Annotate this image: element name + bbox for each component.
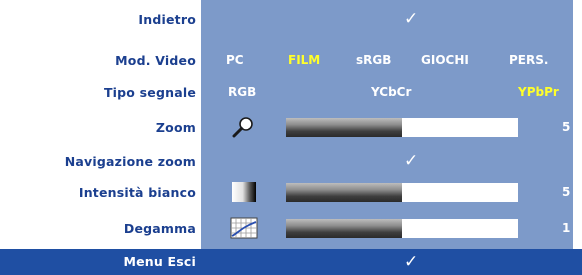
white-intensity-icon (230, 181, 258, 203)
back-check-icon[interactable]: ✓ (404, 4, 418, 35)
menu-label-back: Indietro (138, 12, 196, 27)
signal-type-option-ycbcr[interactable]: YCbCr (371, 77, 411, 108)
menu-label-exit: Menu Esci (123, 254, 196, 269)
menu-label-zoom: Zoom (155, 120, 196, 135)
video-mode-option-srgb[interactable]: sRGB (356, 45, 391, 76)
zoom-slider-fill (286, 118, 402, 137)
menu-row-exit[interactable]: Menu Esci ✓ (0, 249, 582, 275)
menu-label-degamma: Degamma (123, 221, 196, 236)
menu-row-zoom[interactable]: Zoom 5 (0, 112, 582, 143)
magnifier-icon (230, 116, 258, 138)
video-mode-option-film[interactable]: FILM (288, 45, 320, 76)
menu-row-signal-type[interactable]: Tipo segnale RGB YCbCr YPbPr (0, 77, 582, 108)
degamma-value: 1 (562, 221, 571, 235)
degamma-slider[interactable] (286, 219, 518, 238)
zoom-navigation-check-icon[interactable]: ✓ (404, 146, 418, 177)
menu-label-video-mode: Mod. Video (115, 53, 196, 68)
white-intensity-value: 5 (562, 185, 571, 199)
menu-row-zoom-navigation[interactable]: Navigazione zoom ✓ (0, 146, 582, 177)
signal-type-option-ypbpr[interactable]: YPbPr (518, 77, 559, 108)
video-mode-option-giochi[interactable]: GIOCHI (421, 45, 469, 76)
menu-row-white-intensity[interactable]: Intensità bianco 5 (0, 177, 582, 208)
menu-row-back[interactable]: Indietro ✓ (0, 4, 582, 35)
exit-check-icon[interactable]: ✓ (404, 249, 418, 275)
video-mode-option-pers[interactable]: PERS. (509, 45, 548, 76)
menu-label-white-intensity: Intensità bianco (78, 185, 196, 200)
zoom-value: 5 (562, 120, 571, 134)
degamma-curve-icon (230, 217, 258, 239)
white-intensity-slider-fill (286, 183, 402, 202)
white-intensity-slider[interactable] (286, 183, 518, 202)
degamma-slider-fill (286, 219, 402, 238)
signal-type-option-rgb[interactable]: RGB (228, 77, 256, 108)
menu-row-degamma[interactable]: Degamma 1 (0, 213, 582, 244)
menu-label-signal-type: Tipo segnale (103, 85, 196, 100)
menu-row-video-mode[interactable]: Mod. Video PC FILM sRGB GIOCHI PERS. (0, 45, 582, 76)
video-mode-option-pc[interactable]: PC (226, 45, 244, 76)
zoom-slider[interactable] (286, 118, 518, 137)
menu-label-zoom-navigation: Navigazione zoom (64, 154, 196, 169)
